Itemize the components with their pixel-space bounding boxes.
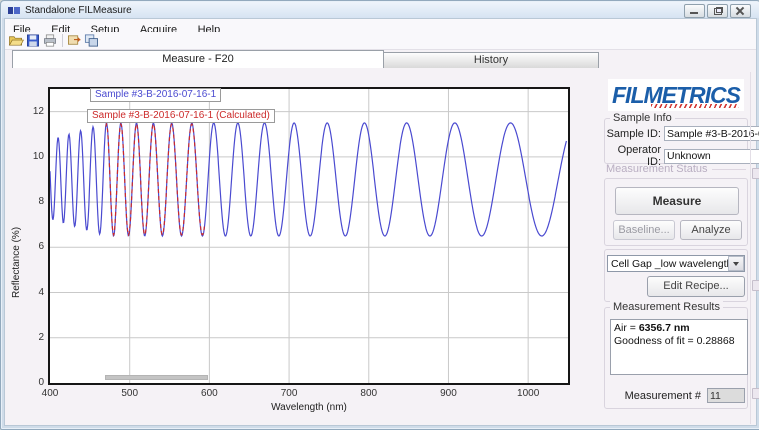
client-area: File Edit Setup Acquire Help (4, 18, 757, 426)
y-tick-label: 2 (14, 332, 44, 343)
operator-id-input[interactable] (664, 149, 759, 164)
result-goodness-of-fit: Goodness of fit = 0.28868 (614, 335, 744, 348)
y-tick-label: 10 (14, 151, 44, 162)
y-tick-label: 6 (14, 241, 44, 252)
splitter-grip[interactable] (752, 280, 759, 291)
minimize-button[interactable] (684, 4, 705, 18)
spectrum-plot[interactable] (48, 87, 570, 385)
spectrum-canvas (50, 89, 568, 383)
export-icon[interactable] (66, 33, 82, 48)
measurement-results-title: Measurement Results (610, 301, 723, 313)
splitter-grip[interactable] (752, 388, 759, 399)
edit-recipe-button[interactable]: Edit Recipe... (647, 276, 745, 297)
close-button[interactable] (730, 4, 751, 18)
y-tick-label: 12 (14, 106, 44, 117)
x-axis-title: Wavelength (nm) (48, 402, 570, 413)
y-tick-label: 0 (14, 377, 44, 388)
x-tick-label: 800 (352, 388, 386, 399)
x-tick-label: 600 (192, 388, 226, 399)
x-tick-label: 700 (272, 388, 306, 399)
measurement-status-label: Measurement Status (606, 163, 746, 175)
recipe-selected-value: Cell Gap _low wavelength (608, 258, 728, 270)
title-bar[interactable]: Standalone FILMeasure (2, 2, 759, 18)
toolbar-separator (62, 34, 63, 47)
measurement-number-label: Measurement # (625, 390, 707, 402)
actions-group: Measure Baseline... Analyze (604, 178, 748, 246)
panel-splitter (750, 72, 759, 424)
sample-info-title: Sample Info (610, 112, 675, 124)
analyze-button[interactable]: Analyze (680, 220, 742, 240)
recipe-dropdown[interactable]: Cell Gap _low wavelength (607, 255, 745, 272)
sample-id-label: Sample ID: (605, 128, 664, 140)
menu-bar: File Edit Setup Acquire Help (5, 19, 756, 32)
recipe-dropdown-button[interactable] (728, 256, 744, 271)
y-tick-label: 4 (14, 287, 44, 298)
open-file-icon[interactable] (8, 33, 24, 48)
splitter-grip[interactable] (752, 168, 759, 179)
measurement-number-field[interactable] (707, 388, 745, 403)
restore-button[interactable] (707, 4, 728, 18)
baseline-button[interactable]: Baseline... (613, 220, 675, 240)
copy-screen-icon[interactable] (83, 33, 99, 48)
app-window: Standalone FILMeasure File Edit Setup Ac… (0, 0, 759, 430)
series-curve-0 (50, 123, 566, 236)
result-air-gap: Air = 6356.7 nm (614, 322, 744, 335)
x-tick-label: 1000 (511, 388, 545, 399)
logo-hatch-marks (651, 104, 739, 108)
x-tick-label: 900 (431, 388, 465, 399)
tab-history[interactable]: History (383, 52, 599, 68)
chevron-down-icon (733, 262, 739, 266)
chart-panel: Sample #3-B-2016-07-16-1 Sample #3-B-201… (5, 68, 605, 423)
measurement-results-box: Air = 6356.7 nm Goodness of fit = 0.2886… (610, 319, 748, 375)
sample-id-input[interactable] (664, 126, 759, 141)
legend-calculated: Sample #3-B-2016-07-16-1 (Calculated) (87, 109, 275, 123)
x-tick-label: 500 (113, 388, 147, 399)
y-tick-label: 8 (14, 196, 44, 207)
x-tick-label: 400 (33, 388, 67, 399)
recipe-group: Cell Gap _low wavelength Edit Recipe... (604, 249, 748, 302)
control-panel: FILMETRICS Sample Info Sample ID: Operat… (602, 72, 750, 424)
measurement-results-group: Measurement Results Air = 6356.7 nm Good… (604, 307, 748, 409)
tab-measure-f20[interactable]: Measure - F20 (12, 50, 384, 68)
analysis-range-bar (105, 375, 208, 380)
window-title: Standalone FILMeasure (25, 5, 132, 16)
print-icon[interactable] (42, 33, 58, 48)
app-icon (8, 6, 20, 15)
sample-info-group: Sample Info Sample ID: Operator ID: (604, 118, 748, 164)
measure-button[interactable]: Measure (615, 187, 739, 215)
filmetrics-logo: FILMETRICS (608, 79, 744, 111)
legend-measured: Sample #3-B-2016-07-16-1 (90, 88, 221, 102)
toolbar (5, 32, 756, 50)
save-icon[interactable] (25, 33, 41, 48)
